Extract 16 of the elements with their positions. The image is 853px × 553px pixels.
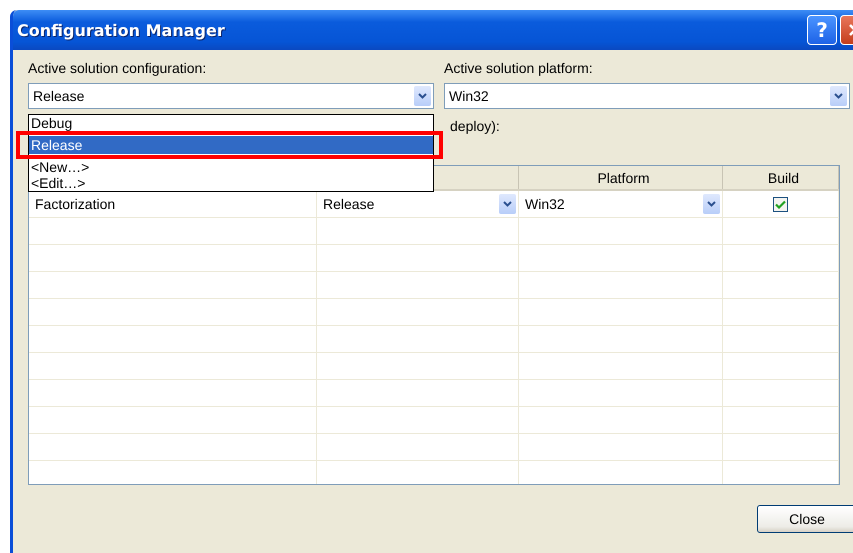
grid-label: deploy): xyxy=(450,118,500,134)
dropdown-option[interactable]: <Edit…> xyxy=(29,175,433,191)
platform-dropdown[interactable]: Win32 xyxy=(444,83,850,109)
close-dialog-button[interactable]: Close xyxy=(757,505,853,533)
field-label: Active solution platform: xyxy=(444,60,594,76)
column-header[interactable]: Platform xyxy=(519,166,723,189)
platform-cell-dropdown[interactable]: Win32 xyxy=(519,191,723,217)
window-title: Configuration Manager xyxy=(17,20,225,40)
build-checkbox[interactable] xyxy=(773,196,788,212)
dropdown-option[interactable]: Release xyxy=(29,136,433,154)
column-header[interactable]: Build xyxy=(723,166,839,189)
dropdown-option[interactable]: Debug xyxy=(29,115,433,131)
help-button[interactable]: ? xyxy=(807,15,837,45)
field-label: Active solution configuration: xyxy=(28,60,208,76)
dropdown-option[interactable]: <New…> xyxy=(29,159,433,175)
configuration-dropdown[interactable]: Release xyxy=(28,83,434,109)
